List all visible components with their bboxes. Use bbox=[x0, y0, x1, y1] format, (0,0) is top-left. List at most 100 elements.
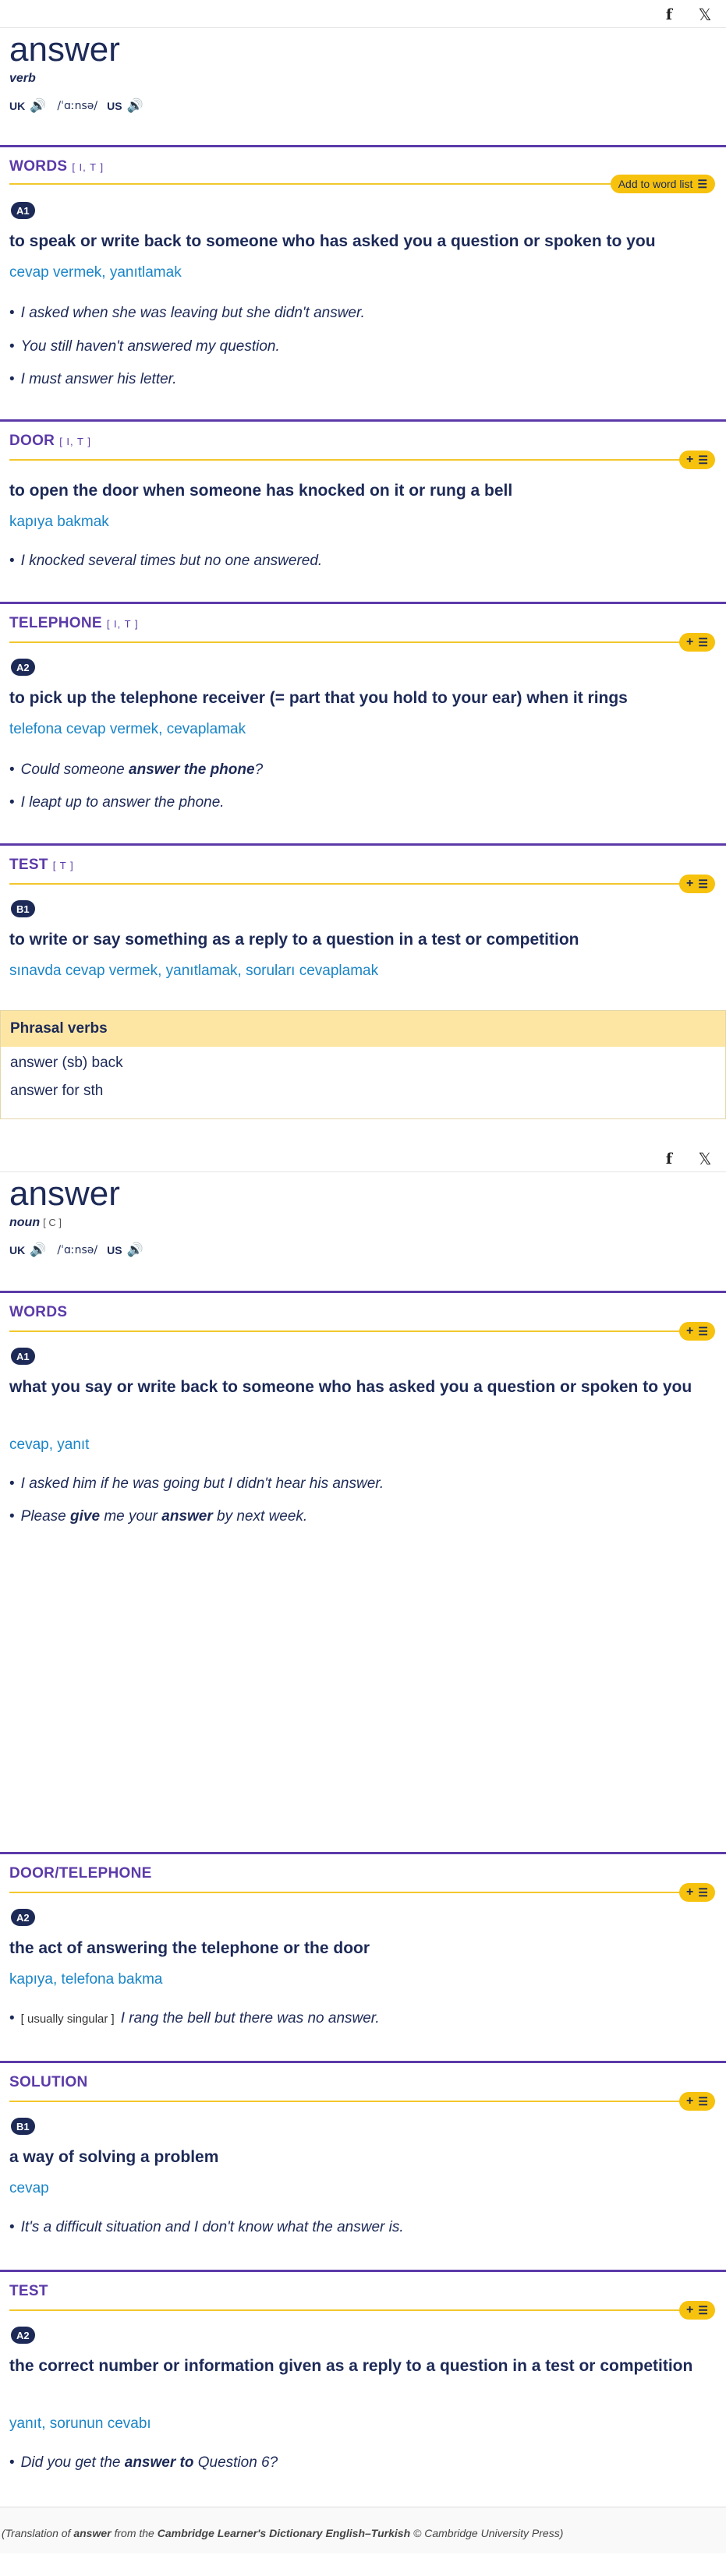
sense-title: DOOR[ I, T ] bbox=[9, 433, 91, 449]
phrasal-verbs-title: Phrasal verbs bbox=[1, 1011, 725, 1047]
plus-icon: + bbox=[686, 1324, 694, 1337]
sense-title: TEST bbox=[9, 2283, 48, 2299]
phrasal-verb-link[interactable]: answer (sb) back bbox=[10, 1055, 123, 1072]
add-to-word-list-button[interactable]: + ☰ bbox=[679, 451, 715, 469]
speaker-icon[interactable]: 🔊 bbox=[30, 1242, 46, 1258]
sense-rule bbox=[9, 459, 706, 461]
definition: to speak or write back to someone who ha… bbox=[9, 232, 656, 250]
list-icon: ☰ bbox=[698, 2094, 708, 2108]
sense-rule bbox=[9, 183, 706, 185]
translation: kapıya bakmak bbox=[9, 514, 109, 530]
facebook-icon[interactable]: f bbox=[659, 5, 679, 25]
speaker-icon[interactable]: 🔊 bbox=[127, 1242, 143, 1258]
example: •[ usually singular ] I rang the bell but… bbox=[9, 2010, 380, 2027]
share-bar: f 𝕏 bbox=[0, 1144, 726, 1172]
sense-rule bbox=[9, 2101, 706, 2102]
level-badge: B1 bbox=[11, 900, 35, 917]
sense-rule bbox=[9, 2309, 706, 2311]
plus-icon: + bbox=[686, 635, 694, 648]
list-icon: ☰ bbox=[698, 1324, 708, 1337]
translation: sınavda cevap vermek, yanıtlamak, sorula… bbox=[9, 963, 379, 979]
sense-block: SOLUTION + ☰ B1 a way of solving a proble… bbox=[0, 2061, 726, 2270]
x-icon[interactable]: 𝕏 bbox=[695, 1149, 715, 1169]
plus-icon: + bbox=[686, 453, 694, 466]
translation-source-footer: (Translation of answer from the Cambridg… bbox=[0, 2507, 726, 2553]
level-badge: A2 bbox=[11, 659, 35, 676]
add-to-word-list-button[interactable]: + ☰ bbox=[679, 1883, 715, 1902]
plus-icon: + bbox=[686, 2303, 694, 2316]
level-badge: A2 bbox=[11, 2327, 35, 2344]
grammar-code: [ T ] bbox=[52, 860, 74, 871]
example: • Please give me your answer by next week… bbox=[9, 1508, 308, 1525]
add-to-word-list-button[interactable]: + ☰ bbox=[679, 2092, 715, 2111]
phrasal-verbs-box: Phrasal verbs answer (sb) back answer fo… bbox=[0, 1010, 726, 1119]
sense-block: DOOR/TELEPHONE + ☰ A2 the act of answerin… bbox=[0, 1852, 726, 2061]
sense-block: TELEPHONE[ I, T ] + ☰ A2 to pick up the t… bbox=[0, 602, 726, 843]
sense-block: DOOR[ I, T ] + ☰ to open the door when so… bbox=[0, 419, 726, 602]
grammar-code: [ I, T ] bbox=[106, 618, 139, 630]
add-to-word-list-button[interactable]: + ☰ bbox=[679, 1322, 715, 1341]
sense-rule bbox=[9, 883, 706, 885]
grammar-code: [ C ] bbox=[43, 1217, 62, 1228]
definition: to open the door when someone has knocke… bbox=[9, 482, 513, 500]
translation: cevap, yanıt bbox=[9, 1436, 90, 1453]
sense-title: WORDS[ I, T ] bbox=[9, 158, 104, 175]
sense-block: TEST[ T ] + ☰ B1 to write or say somethin… bbox=[0, 843, 726, 1010]
x-icon[interactable]: 𝕏 bbox=[695, 5, 715, 25]
list-icon: ☰ bbox=[698, 877, 708, 890]
share-bar: f 𝕏 bbox=[0, 0, 726, 28]
part-of-speech: noun[ C ] bbox=[9, 1216, 62, 1229]
example: • I must answer his letter. bbox=[9, 371, 177, 387]
speaker-icon[interactable]: 🔊 bbox=[30, 98, 46, 114]
pronunciation: UK 🔊 /ˈɑːnsə/ US 🔊 bbox=[9, 1242, 143, 1258]
definition: what you say or write back to someone wh… bbox=[9, 1378, 692, 1396]
sense-title: TEST[ T ] bbox=[9, 857, 74, 873]
entry-header: answer verb UK 🔊 /ˈɑːnsə/ US 🔊 bbox=[0, 33, 153, 114]
facebook-icon[interactable]: f bbox=[659, 1149, 679, 1169]
plus-icon: + bbox=[686, 1885, 694, 1899]
us-label: US bbox=[107, 100, 122, 112]
list-icon: ☰ bbox=[698, 2303, 708, 2316]
headword: answer bbox=[9, 30, 120, 69]
sense-block: WORDS + ☰ A1 what you say or write back t… bbox=[0, 1291, 726, 1852]
part-of-speech: verb bbox=[9, 72, 36, 85]
ipa: /ˈɑːnsə/ bbox=[57, 100, 98, 112]
translation: yanıt, sorunun cevabı bbox=[9, 2415, 151, 2432]
plus-icon: + bbox=[686, 2094, 694, 2108]
sense-title: TELEPHONE[ I, T ] bbox=[9, 615, 139, 631]
add-to-word-list-button[interactable]: + ☰ bbox=[679, 633, 715, 652]
definition: to write or say something as a reply to … bbox=[9, 931, 579, 949]
list-icon: ☰ bbox=[698, 635, 708, 648]
translation: telefona cevap vermek, cevaplamak bbox=[9, 721, 246, 737]
sense-rule bbox=[9, 1892, 706, 1893]
translation: kapıya, telefona bakma bbox=[9, 1971, 163, 1988]
level-badge: A2 bbox=[11, 1909, 35, 1926]
level-badge: A1 bbox=[11, 202, 35, 219]
add-to-word-list-button[interactable]: Add to word list ☰ bbox=[610, 175, 715, 193]
sense-rule bbox=[9, 641, 706, 643]
entry-header: answer noun[ C ] UK 🔊 /ˈɑːnsə/ US 🔊 bbox=[0, 1177, 153, 1258]
grammar-code: [ I, T ] bbox=[59, 436, 91, 447]
add-to-word-list-button[interactable]: + ☰ bbox=[679, 875, 715, 893]
definition: the correct number or information given … bbox=[9, 2357, 693, 2375]
level-badge: A1 bbox=[11, 1348, 35, 1365]
example: • I asked him if he was going but I didn'… bbox=[9, 1475, 384, 1492]
headword: answer bbox=[9, 1175, 120, 1213]
example: • Could someone answer the phone? bbox=[9, 761, 264, 778]
add-to-word-list-button[interactable]: + ☰ bbox=[679, 2301, 715, 2320]
sense-title: SOLUTION bbox=[9, 2074, 88, 2090]
definition: to pick up the telephone receiver (= par… bbox=[9, 689, 628, 707]
list-icon: ☰ bbox=[697, 177, 707, 190]
example: • Did you get the answer to Question 6? bbox=[9, 2454, 278, 2471]
speaker-icon[interactable]: 🔊 bbox=[127, 98, 143, 114]
phrasal-verb-link[interactable]: answer for sth bbox=[10, 1083, 103, 1100]
sense-block: WORDS[ I, T ] Add to word list ☰ A1 to s… bbox=[0, 145, 726, 419]
example: • I leapt up to answer the phone. bbox=[9, 794, 225, 811]
sense-title: DOOR/TELEPHONE bbox=[9, 1865, 152, 1882]
pronunciation: UK 🔊 /ˈɑːnsə/ US 🔊 bbox=[9, 98, 143, 114]
source-credit: (Translation of answer from the Cambridg… bbox=[2, 2527, 564, 2539]
definition: a way of solving a problem bbox=[9, 2148, 219, 2166]
example: • It's a difficult situation and I don't … bbox=[9, 2219, 404, 2235]
example: • I asked when she was leaving but she di… bbox=[9, 305, 365, 321]
ipa: /ˈɑːnsə/ bbox=[57, 1244, 98, 1256]
